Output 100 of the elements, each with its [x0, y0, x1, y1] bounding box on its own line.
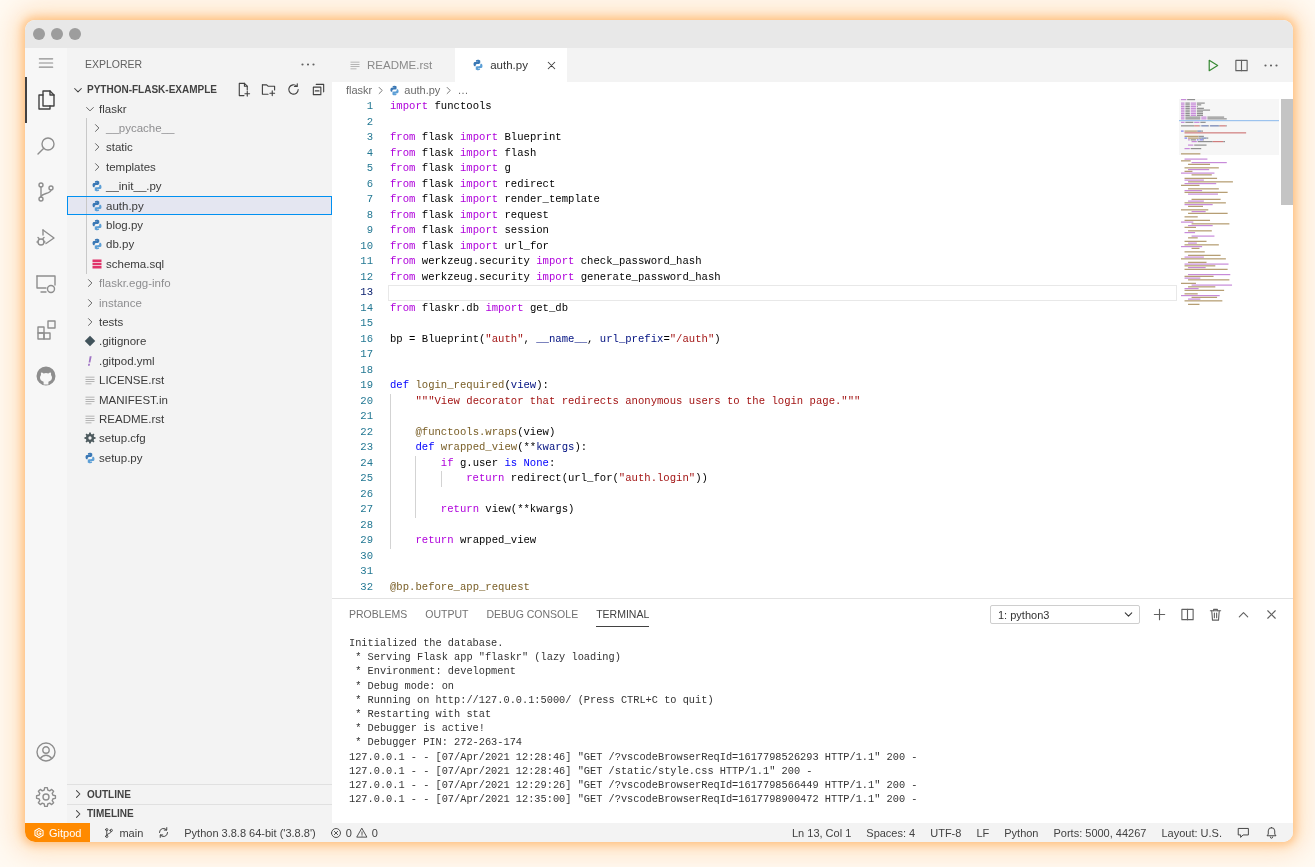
code-line: from flaskr.db import get_db [390, 300, 569, 316]
tree-item[interactable]: schema.sql [67, 254, 332, 274]
tree-item[interactable]: MANIFEST.in [67, 389, 332, 410]
code-line: return view(**kwargs) [440, 502, 575, 517]
line-number: 1 [365, 99, 373, 114]
status-item[interactable]: Spaces: 4 [861, 823, 921, 842]
tree-item[interactable]: LICENSE.rst [67, 370, 332, 390]
terminal-line: * Debugger PIN: 272-263-174 [354, 735, 523, 750]
new-folder-icon[interactable] [261, 82, 276, 97]
code-line: import functools [390, 99, 492, 114]
tree-item[interactable]: auth.py [67, 195, 332, 216]
tree-item[interactable]: db.py [67, 234, 332, 255]
panel-tab[interactable]: TERMINAL [596, 601, 650, 627]
tree-item[interactable]: tests [67, 312, 332, 332]
line-number: 8 [365, 207, 373, 223]
line-number: 30 [359, 548, 373, 564]
code-line: from werkzeug.security import check_password_hash [390, 254, 702, 269]
terminal-line: 127.0.0.1 - - [07/Apr/2021 12:28:46] "GET /?vscodeBrowserReqId=1617798526293 HTTP/1.1" 200 - [349, 749, 918, 764]
code-line: return redirect(url_for("auth.login")) [466, 471, 708, 486]
editor-tab[interactable]: auth.py [455, 48, 567, 82]
tree-item[interactable]: __init__.py [67, 176, 332, 196]
status-item[interactable]: Python [999, 823, 1044, 842]
tree-item[interactable]: flaskr [67, 99, 332, 119]
code-line: bp = Blueprint("auth", __name__, url_prefix="/auth") [390, 331, 721, 347]
tree-item[interactable]: .gitignore [67, 331, 332, 352]
terminal-line: 127.0.0.1 - - [07/Apr/2021 12:29:26] "GET /?vscodeBrowserReqId=1617798566449 HTTP/1.1" 200 - [349, 778, 918, 793]
sync-icon [157, 826, 171, 839]
tree-item[interactable]: templates [67, 157, 332, 177]
branch-button[interactable]: main [98, 823, 149, 842]
code-line: from flask import render_template [390, 192, 600, 207]
code-line: """View decorator that redirects anonymous users to the login page.""" [415, 393, 861, 409]
line-number: 22 [359, 424, 373, 440]
tree-item[interactable]: setup.cfg [67, 428, 332, 449]
folder-header[interactable]: PYTHON-FLASK-EXAMPLE [67, 83, 217, 96]
tree-item[interactable]: setup.py [67, 448, 332, 468]
line-number: 11 [359, 254, 373, 269]
terminal-line: * Environment: development [354, 664, 516, 679]
panel-tab[interactable]: OUTPUT [425, 601, 469, 627]
code-line: def login_required(view): [390, 378, 549, 393]
scrollbar-thumb[interactable] [1281, 99, 1293, 205]
code-line: from flask import request [390, 207, 549, 223]
python-file-icon [84, 451, 96, 464]
status-item[interactable]: LF [971, 823, 995, 842]
line-number: 19 [359, 378, 373, 393]
line-number: 5 [365, 161, 373, 176]
python-file-icon [91, 219, 103, 232]
tree-item[interactable]: README.rst [67, 409, 332, 429]
github-icon[interactable] [34, 364, 58, 388]
code-line: from flask import url_for [390, 238, 549, 254]
panel-tab[interactable]: PROBLEMS [349, 601, 408, 627]
line-number: 9 [365, 223, 373, 238]
tree-item[interactable]: blog.py [67, 215, 332, 235]
terminal-line: 127.0.0.1 - - [07/Apr/2021 12:28:46] "GET /static/style.css HTTP/1.1" 200 - [349, 763, 813, 779]
section-header[interactable]: OUTLINE [67, 784, 332, 804]
terminal-select[interactable]: 1: python3 [990, 605, 1140, 624]
account-icon[interactable] [34, 739, 58, 764]
code-line: from flask import Blueprint [390, 130, 562, 145]
tree-item[interactable]: .gitpod.yml [67, 351, 332, 371]
status-item[interactable]: Ln 13, Col 1 [786, 823, 857, 842]
breadcrumb-item[interactable]: flaskr [346, 84, 373, 96]
remote-explorer-icon[interactable] [34, 272, 58, 296]
settings-icon[interactable] [34, 784, 58, 809]
tree-item[interactable]: static [67, 137, 332, 158]
collapse-all-icon[interactable] [311, 82, 326, 97]
more-icon[interactable] [300, 62, 316, 66]
status-item[interactable]: Ports: 5000, 44267 [1048, 823, 1152, 842]
split-terminal-icon[interactable] [1180, 607, 1195, 622]
line-number: 15 [359, 316, 373, 331]
split-editor-icon[interactable] [1234, 57, 1249, 73]
window-control-button[interactable] [51, 28, 63, 40]
terminal-line: * Debug mode: on [354, 678, 455, 693]
window-control-button[interactable] [33, 28, 45, 40]
python-file-icon [91, 180, 103, 193]
status-item[interactable]: UTF-8 [925, 823, 967, 842]
plus-icon[interactable] [1152, 607, 1167, 622]
breadcrumb-item[interactable]: auth.py [389, 84, 441, 96]
python-file-icon [472, 59, 485, 71]
panel-tab[interactable]: DEBUG CONSOLE [486, 601, 579, 627]
hexagon-logo-icon [33, 826, 45, 839]
minimap[interactable] [1179, 99, 1279, 306]
close-icon[interactable] [1264, 607, 1279, 622]
status-item[interactable]: Layout: U.S. [1156, 823, 1227, 842]
line-number: 16 [359, 331, 373, 347]
breadcrumb-item[interactable]: … [457, 84, 469, 96]
line-number: 10 [359, 238, 373, 254]
line-number: 2 [365, 114, 373, 130]
trash-icon[interactable] [1208, 607, 1223, 622]
problems-button[interactable]: 0 0 [324, 823, 383, 842]
extensions-icon[interactable] [34, 318, 58, 342]
window-control-button[interactable] [69, 28, 81, 40]
sidebar-title: EXPLORER [85, 58, 143, 70]
refresh-icon[interactable] [286, 82, 301, 97]
line-number: 3 [365, 130, 373, 145]
status-item[interactable]: Python 3.8.8 64-bit ('3.8.8') [179, 823, 321, 842]
lines-file-icon [84, 374, 96, 387]
new-file-icon[interactable] [236, 82, 251, 97]
more-icon[interactable] [1263, 63, 1279, 67]
database-file-icon [91, 257, 103, 270]
terminal-line: * Running on http://127.0.0.1:5000/ (Press CTRL+C to quit) [354, 692, 714, 707]
line-number: 18 [359, 362, 373, 378]
